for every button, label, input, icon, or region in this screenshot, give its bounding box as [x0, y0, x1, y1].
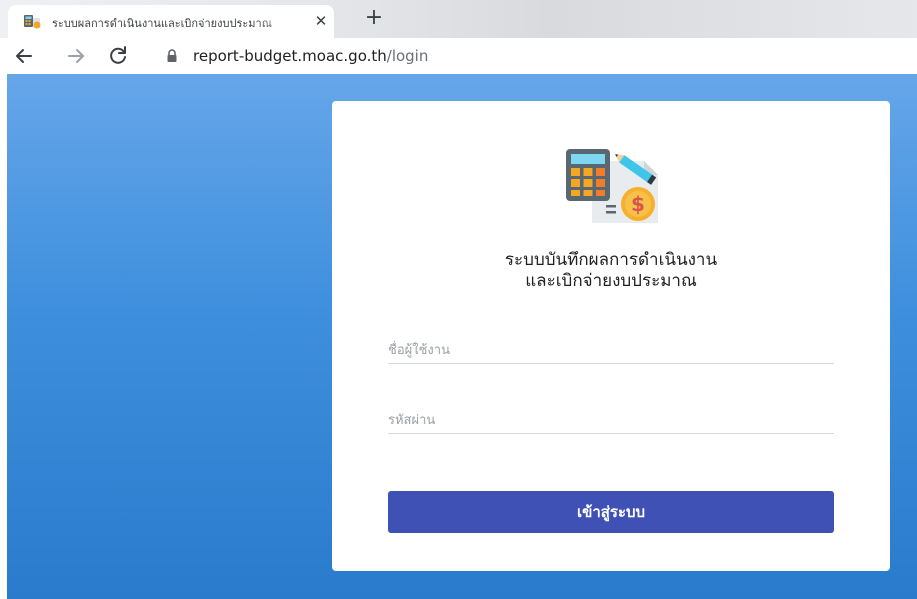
tab-close-icon[interactable]: ✕	[312, 11, 330, 31]
password-input[interactable]	[388, 407, 834, 434]
new-tab-icon[interactable]: +	[362, 7, 386, 31]
username-input[interactable]	[388, 337, 834, 364]
browser-tab[interactable]: ระบบผลการดำเนินงานและเบิกจ่ายงบประมาณ ✕	[8, 5, 334, 38]
reload-icon[interactable]	[105, 43, 131, 69]
back-arrow-icon[interactable]	[11, 43, 37, 69]
calculator-budget-icon	[24, 15, 41, 29]
page-background: $ ระบบบันทึกผลการดำเนินงาน และเบิกจ่ายงบ…	[7, 74, 917, 599]
url-path: /login	[386, 47, 429, 65]
svg-text:$: $	[631, 192, 645, 216]
login-card: $ ระบบบันทึกผลการดำเนินงาน และเบิกจ่ายงบ…	[332, 101, 890, 571]
url-host: report-budget.moac.go.th	[193, 47, 387, 65]
browser-window: ระบบผลการดำเนินงานและเบิกจ่ายงบประมาณ ✕ …	[0, 0, 917, 599]
calculator-document-dollar-icon: $	[566, 149, 658, 223]
login-button[interactable]: เข้าสู่ระบบ	[388, 491, 834, 533]
tab-strip: ระบบผลการดำเนินงานและเบิกจ่ายงบประมาณ ✕ …	[0, 0, 917, 38]
system-title-line1: ระบบบันทึกผลการดำเนินงาน	[504, 250, 718, 270]
lock-icon[interactable]	[166, 49, 178, 63]
address-bar[interactable]: report-budget.moac.go.th/login	[193, 46, 428, 66]
system-title-line2: และเบิกจ่ายงบประมาณ	[525, 271, 697, 291]
forward-arrow-icon[interactable]	[63, 43, 89, 69]
browser-toolbar: report-budget.moac.go.th/login	[0, 38, 917, 74]
tab-title: ระบบผลการดำเนินงานและเบิกจ่ายงบประมาณ	[52, 17, 272, 30]
